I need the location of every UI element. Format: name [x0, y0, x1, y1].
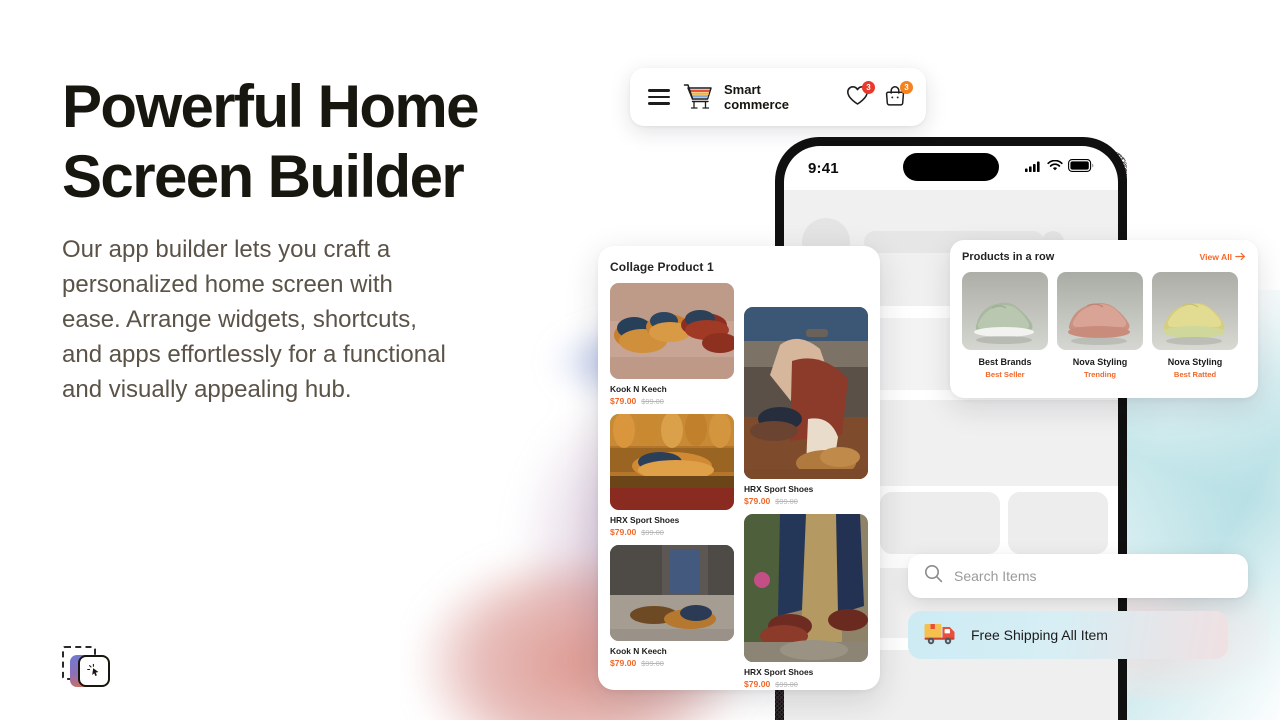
- arrow-right-icon: [1235, 252, 1246, 263]
- search-input[interactable]: Search Items: [954, 568, 1036, 584]
- battery-full-icon: [1068, 159, 1094, 177]
- wishlist-badge: 3: [862, 81, 875, 94]
- product-tag: Best Seller: [985, 370, 1025, 379]
- product-tag: Best Ratted: [1173, 370, 1217, 379]
- brand-logo: [62, 646, 114, 696]
- product-price: $79.00 $99.00: [610, 527, 734, 537]
- product-price: $79.00 $99.00: [744, 496, 868, 506]
- product-image: [962, 272, 1048, 350]
- product-price: $79.00 $99.00: [610, 396, 734, 406]
- price-original: $99.00: [775, 497, 798, 506]
- price-current: $79.00: [610, 396, 637, 406]
- product-image: [610, 545, 734, 641]
- product-name: Kook N Keech: [610, 384, 667, 394]
- search-icon: [924, 564, 943, 588]
- price-original: $99.00: [641, 659, 664, 668]
- wifi-icon: [1047, 159, 1063, 177]
- shopping-bag-icon: [884, 86, 906, 111]
- product-tile[interactable]: Nova Styling Trending: [1057, 272, 1143, 379]
- product-name: Best Brands: [978, 357, 1032, 367]
- page-title: Powerful Home Screen Builder: [62, 73, 480, 210]
- price-current: $79.00: [610, 658, 637, 668]
- heart-icon: [846, 86, 869, 110]
- product-image: [610, 414, 734, 510]
- product-tile[interactable]: HRX Sport Shoes $79.00 $99.00: [744, 514, 868, 689]
- page-root: Powerful Home Screen Builder Our app bui…: [0, 0, 1280, 720]
- status-bar: 9:41: [784, 146, 1118, 190]
- navbar-card: Smart commerce 3 3: [630, 68, 926, 126]
- price-original: $99.00: [641, 397, 664, 406]
- product-tile[interactable]: Kook N Keech $79.00 $99.00: [610, 283, 734, 406]
- product-image: [744, 307, 868, 479]
- cellular-signal-icon: [1025, 159, 1042, 177]
- price-current: $79.00: [744, 679, 771, 689]
- price-original: $99.00: [641, 528, 664, 537]
- hero-description: Our app builder lets you craft a persona…: [62, 236, 446, 403]
- collage-title: Collage Product 1: [610, 260, 714, 274]
- brand-name-line1: Smart: [724, 82, 761, 97]
- free-shipping-banner[interactable]: Free Shipping All Item: [908, 611, 1228, 659]
- product-tile[interactable]: Nova Styling Best Ratted: [1152, 272, 1238, 379]
- product-name: HRX Sport Shoes: [610, 515, 680, 525]
- product-image: [1152, 272, 1238, 350]
- delivery-truck-icon: [924, 620, 958, 651]
- brand-name-line2: commerce: [724, 97, 790, 112]
- cart-badge: 3: [900, 81, 913, 94]
- price-original: $99.00: [775, 680, 798, 689]
- product-price: $79.00 $99.00: [744, 679, 868, 689]
- cart-button[interactable]: 3: [884, 81, 913, 111]
- click-builder-icon: [78, 655, 110, 687]
- product-price: $79.00 $99.00: [610, 658, 734, 668]
- free-shipping-label: Free Shipping All Item: [971, 627, 1108, 643]
- hero-copy: Powerful Home Screen Builder Our app bui…: [62, 72, 532, 407]
- brand-name: Smart commerce: [724, 82, 789, 112]
- product-tile[interactable]: HRX Sport Shoes $79.00 $99.00: [744, 307, 868, 506]
- product-name: Nova Styling: [1072, 357, 1128, 367]
- products-in-a-row-card: Products in a row View All Best Brands B…: [950, 240, 1258, 398]
- product-image: [610, 283, 734, 379]
- product-name: HRX Sport Shoes: [744, 484, 814, 494]
- product-name: Nova Styling: [1167, 357, 1223, 367]
- product-image: [744, 514, 868, 662]
- product-image: [1057, 272, 1143, 350]
- product-tag: Trending: [1083, 370, 1117, 379]
- wishlist-button[interactable]: 3: [846, 81, 875, 110]
- status-bar-time: 9:41: [808, 159, 839, 177]
- product-name: HRX Sport Shoes: [744, 667, 814, 677]
- search-bar[interactable]: Search Items: [908, 554, 1248, 598]
- collage-product-card: Collage Product 1 Kook N Keech $79.00 $9…: [598, 246, 880, 690]
- shopping-cart-logo-icon: [683, 82, 715, 112]
- product-tile[interactable]: HRX Sport Shoes $79.00 $99.00: [610, 414, 734, 537]
- price-current: $79.00: [744, 496, 771, 506]
- product-tile[interactable]: Kook N Keech $79.00 $99.00: [610, 545, 734, 668]
- product-name: Kook N Keech: [610, 646, 667, 656]
- price-current: $79.00: [610, 527, 637, 537]
- section-title: Products in a row: [962, 251, 1055, 263]
- dynamic-island: [903, 153, 999, 181]
- view-all-link[interactable]: View All: [1200, 252, 1246, 263]
- product-tile[interactable]: Best Brands Best Seller: [962, 272, 1048, 379]
- hamburger-menu-icon[interactable]: [648, 89, 670, 105]
- view-all-label: View All: [1199, 252, 1232, 262]
